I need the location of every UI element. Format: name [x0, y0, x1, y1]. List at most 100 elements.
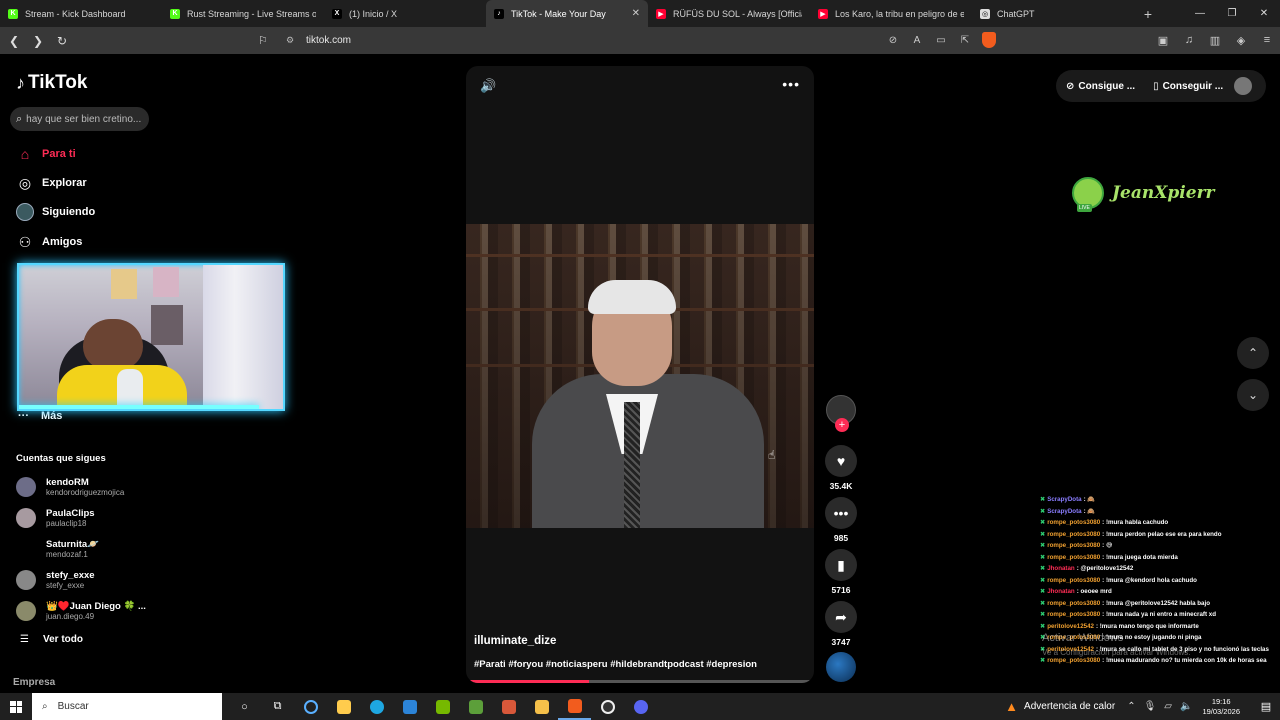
- nav-for-you[interactable]: ⌂ Para ti: [16, 144, 76, 164]
- close-window-icon[interactable]: ✕: [1248, 0, 1280, 27]
- browser-tab[interactable]: X (1) Inicio / X: [324, 0, 486, 27]
- like-button[interactable]: ♥: [825, 445, 857, 477]
- nav-following[interactable]: Siguiendo: [16, 202, 95, 222]
- tab-favicon-icon: K: [8, 8, 18, 19]
- chat-text: !mura juega dota mierda: [1105, 553, 1178, 561]
- nvidia-icon[interactable]: [426, 693, 459, 720]
- close-tab-icon[interactable]: ✕: [632, 8, 640, 19]
- quick-assist-icon[interactable]: [294, 693, 327, 720]
- chat-username: rompe_potos3080: [1047, 542, 1101, 549]
- save-button[interactable]: ▮: [825, 549, 857, 581]
- music-disc-icon[interactable]: [826, 652, 856, 682]
- nav-explore[interactable]: ◎ Explorar: [16, 173, 87, 193]
- see-all-link[interactable]: ☰ Ver todo: [20, 634, 83, 645]
- discord-icon[interactable]: [624, 693, 657, 720]
- avatar: [16, 570, 36, 590]
- taskbar-search[interactable]: ⌕ Buscar: [32, 693, 222, 720]
- site-info-icon[interactable]: ⚙: [286, 35, 300, 46]
- follow-plus-icon[interactable]: +: [835, 418, 849, 432]
- task-view-icon[interactable]: ⧉: [261, 693, 294, 720]
- reader-mode-icon[interactable]: ▭: [934, 31, 948, 49]
- cortana-icon[interactable]: ○: [228, 693, 261, 720]
- volume-icon[interactable]: 🔈: [1180, 701, 1192, 712]
- account-name: PaulaClips: [46, 508, 95, 519]
- followed-account[interactable]: 👑♥️Juan Diego 🍀 ... juan.diego.49: [16, 598, 166, 624]
- nav-more[interactable]: ··· Más: [18, 410, 62, 422]
- vpn-icon[interactable]: ◈: [1234, 31, 1248, 49]
- company-link[interactable]: Empresa: [13, 677, 55, 688]
- volume-icon[interactable]: 🔊: [480, 78, 496, 94]
- tab-label: ChatGPT: [997, 8, 1035, 19]
- chat-badge-icon: ✖: [1040, 588, 1046, 595]
- tiktok-logo[interactable]: ♪ TikTok: [16, 72, 87, 94]
- minimize-icon[interactable]: —: [1184, 0, 1216, 27]
- edge-icon[interactable]: [360, 693, 393, 720]
- mixer-icon[interactable]: [492, 693, 525, 720]
- restore-icon[interactable]: ❐: [1216, 0, 1248, 27]
- start-button[interactable]: [0, 693, 32, 720]
- mail-icon[interactable]: [393, 693, 426, 720]
- chat-username: rompe_potos3080: [1047, 599, 1101, 607]
- video-author[interactable]: illuminate_dize: [474, 635, 556, 647]
- followed-account[interactable]: PaulaClips paulaclip18: [16, 505, 166, 531]
- next-video-button[interactable]: ⌄: [1237, 379, 1269, 411]
- menu-icon[interactable]: ≡: [1260, 31, 1274, 49]
- forward-icon[interactable]: ❯: [28, 31, 48, 51]
- search-input[interactable]: ⌕ hay que ser bien cretino...: [10, 107, 149, 131]
- avatar: [16, 477, 36, 497]
- streamer-name: JeanXpierr: [1112, 183, 1215, 203]
- sidebar-toggle-icon[interactable]: ▥: [1208, 31, 1222, 49]
- browser-tab[interactable]: ◎ ChatGPT: [972, 0, 1134, 27]
- share-button[interactable]: ➦: [825, 601, 857, 633]
- new-tab-icon[interactable]: +: [1138, 0, 1158, 27]
- no-tracking-icon[interactable]: ⊘: [886, 31, 900, 49]
- video-player[interactable]: 🔊 ••• illuminate_dize #Parati #foryou #n…: [466, 66, 814, 683]
- weather-widget[interactable]: ▲ Advertencia de calor: [1005, 699, 1115, 714]
- followed-account[interactable]: kendoRM kendorodriguezmojica: [16, 474, 166, 500]
- notification-icon[interactable]: ▤: [1252, 700, 1280, 713]
- live-badge: LIVE: [1077, 204, 1092, 212]
- streamer-avatar: LIVE: [1072, 177, 1104, 212]
- chevron-up-icon[interactable]: ⌃: [1127, 701, 1135, 712]
- profile-avatar[interactable]: [1234, 77, 1252, 95]
- network-icon[interactable]: ▱: [1164, 701, 1172, 712]
- brave-shield-icon[interactable]: [982, 31, 996, 49]
- bookmark-icon[interactable]: ⚐: [258, 34, 272, 47]
- comment-button[interactable]: •••: [825, 497, 857, 529]
- microphone-icon[interactable]: 🎙: [1144, 701, 1157, 712]
- obs-icon[interactable]: [591, 693, 624, 720]
- chat-text: !mura nada ya ni entro a minecraft xd: [1105, 611, 1216, 618]
- share-icon[interactable]: ⇱: [958, 31, 972, 49]
- get-app-button[interactable]: ▯ Conseguir ...: [1153, 81, 1223, 92]
- browser-tab[interactable]: K Stream - Kick Dashboard: [0, 0, 162, 27]
- browser-tab[interactable]: ▶ RÜFÜS DU SOL - Always [Official Aud: [648, 0, 810, 27]
- wallet-icon[interactable]: ▣: [1156, 31, 1170, 49]
- chat-username: rompe_potos3080: [1047, 553, 1101, 561]
- minecraft-icon[interactable]: [459, 693, 492, 720]
- webcam-wanted-poster: [151, 305, 183, 345]
- reload-icon[interactable]: ↻: [52, 31, 72, 51]
- browser-tab[interactable]: ▶ Los Karo, la tribu en peligro de extinc: [810, 0, 972, 27]
- folder-icon[interactable]: [525, 693, 558, 720]
- taskbar-clock[interactable]: 19:16 19/03/2026: [1202, 697, 1240, 717]
- back-icon[interactable]: ❮: [4, 31, 24, 51]
- chat-message: ✖ Jhonatan: oeoee mrd: [1040, 586, 1280, 598]
- video-hashtags[interactable]: #Parati #foryou #noticiasperu #hildebran…: [474, 659, 757, 670]
- share-count: 3747: [831, 637, 851, 647]
- browser-tab[interactable]: ♪ TikTok - Make Your Day ✕: [486, 0, 648, 27]
- brave-icon[interactable]: [558, 693, 591, 720]
- creator-avatar[interactable]: +: [826, 395, 856, 432]
- translate-icon[interactable]: A: [910, 31, 924, 49]
- store-icon[interactable]: [327, 693, 360, 720]
- nav-friends[interactable]: ⚇ Amigos: [16, 232, 83, 252]
- media-icon[interactable]: ♫: [1182, 31, 1196, 49]
- friends-icon: ⚇: [18, 233, 32, 250]
- more-options-icon[interactable]: •••: [782, 76, 800, 92]
- video-progress-bar[interactable]: [470, 680, 810, 683]
- followed-account[interactable]: stefy_exxe stefy_exxe: [16, 567, 166, 593]
- address-bar: ❮ ❯ ↻ ⚐ ⚙ tiktok.com ⊘ A ▭ ⇱ ▣ ♫ ▥ ◈ ≡: [0, 27, 1280, 54]
- followed-account[interactable]: Saturnita🪐 mendozaf.1: [16, 536, 166, 562]
- previous-video-button[interactable]: ⌃: [1237, 337, 1269, 369]
- browser-tab[interactable]: K Rust Streaming - Live Streams on Kic: [162, 0, 324, 27]
- get-coins-button[interactable]: ⊘ Consigue ...: [1066, 81, 1135, 92]
